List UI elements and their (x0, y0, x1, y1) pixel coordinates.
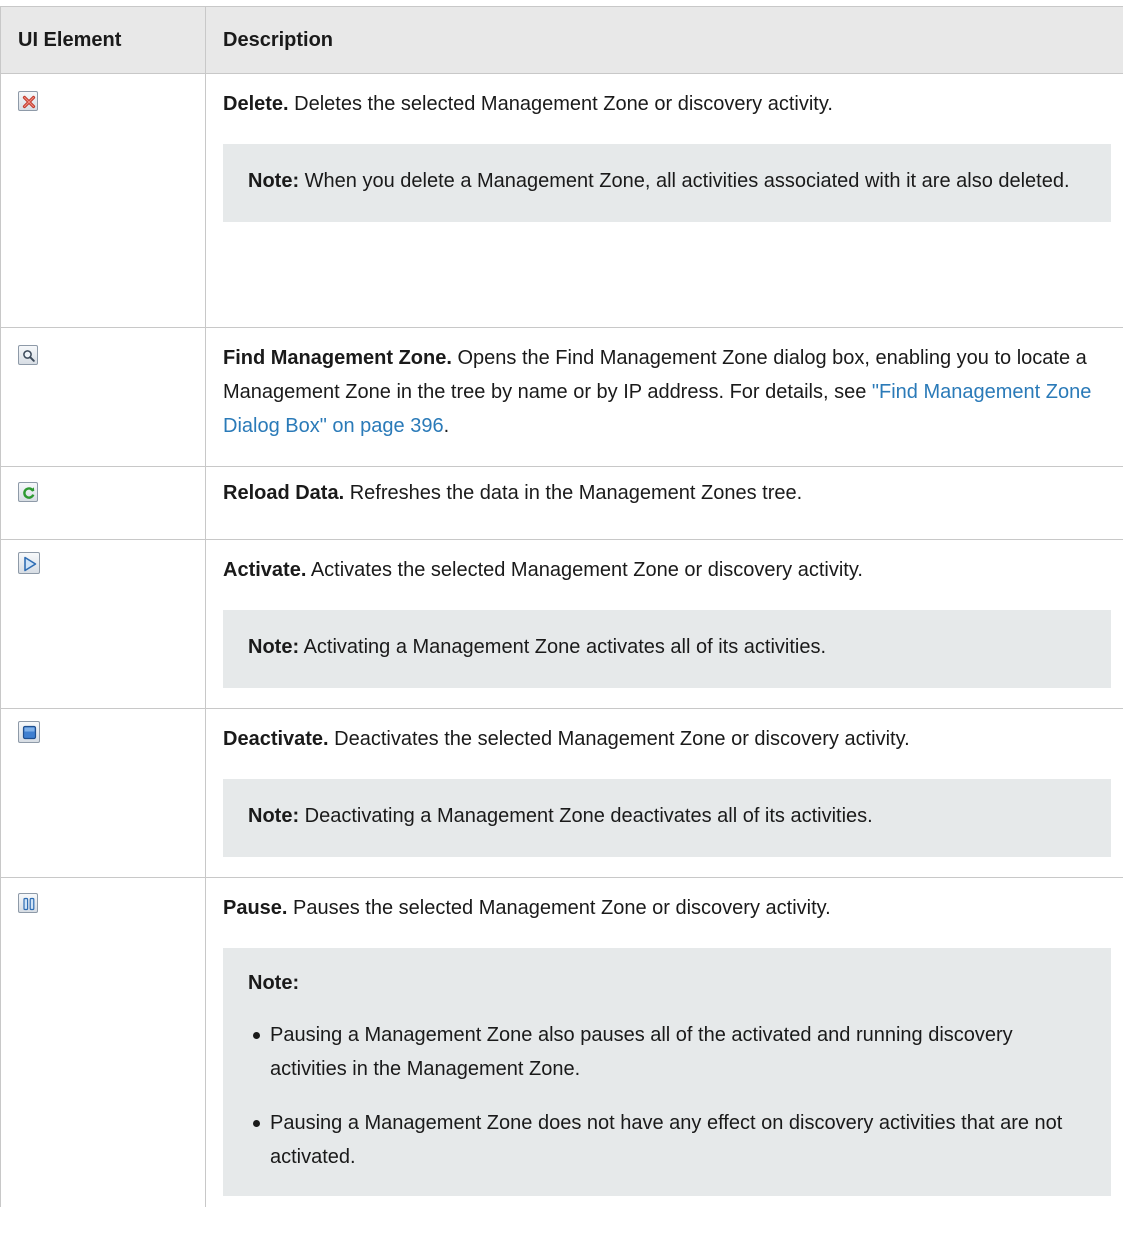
list-item: Pausing a Management Zone also pauses al… (253, 1018, 1086, 1086)
element-title: Deactivate. (223, 728, 329, 750)
description-cell: Find Management Zone. Opens the Find Man… (205, 327, 1123, 467)
table-row: Deactivate. Deactivates the selected Man… (0, 708, 1123, 878)
description-cell: Deactivate. Deactivates the selected Man… (205, 708, 1123, 878)
element-title: Reload Data. (223, 482, 345, 504)
ui-element-cell (0, 877, 206, 1207)
note-label: Note: (248, 805, 300, 827)
delete-icon (18, 91, 38, 111)
note-label: Note: (248, 636, 300, 658)
note-label: Note: (248, 170, 300, 192)
element-title: Activate. (223, 559, 307, 581)
description-text: Activate. Activates the selected Managem… (223, 559, 863, 581)
table-row: Delete. Deletes the selected Management … (0, 73, 1123, 328)
note-bullet-list: Pausing a Management Zone also pauses al… (248, 1018, 1086, 1174)
element-title: Delete. (223, 93, 289, 115)
table-row: Find Management Zone. Opens the Find Man… (0, 327, 1123, 467)
find-icon (18, 345, 38, 365)
description-text: Deactivate. Deactivates the selected Man… (223, 728, 910, 750)
description-cell: Delete. Deletes the selected Management … (205, 73, 1123, 328)
table-header-row: UI Element Description (0, 6, 1123, 74)
activate-icon (18, 552, 40, 574)
table-row: Activate. Activates the selected Managem… (0, 539, 1123, 709)
description-cell: Activate. Activates the selected Managem… (205, 539, 1123, 709)
note-text: Activating a Management Zone activates a… (299, 636, 827, 658)
reload-icon (18, 482, 38, 502)
note-text: Deactivating a Management Zone deactivat… (299, 805, 873, 827)
element-title: Pause. (223, 897, 288, 919)
note-box: Note: When you delete a Management Zone,… (223, 144, 1111, 222)
list-item: Pausing a Management Zone does not have … (253, 1106, 1086, 1174)
note-box: Note: Activating a Management Zone activ… (223, 610, 1111, 688)
ui-element-cell (0, 466, 206, 540)
ui-element-cell (0, 539, 206, 709)
note-box: Note: Pausing a Management Zone also pau… (223, 948, 1111, 1196)
description-cell: Reload Data. Refreshes the data in the M… (205, 466, 1123, 540)
description-text: Delete. Deletes the selected Management … (223, 93, 833, 115)
ui-element-table: UI Element Description Delete. Deletes t… (0, 6, 1123, 1207)
note-text: When you delete a Management Zone, all a… (299, 170, 1070, 192)
description-text: Find Management Zone. Opens the Find Man… (223, 347, 1092, 437)
description-cell: Pause. Pauses the selected Management Zo… (205, 877, 1123, 1207)
ui-element-cell (0, 73, 206, 328)
pause-icon (18, 893, 38, 913)
table-row: Pause. Pauses the selected Management Zo… (0, 877, 1123, 1207)
table-row: Reload Data. Refreshes the data in the M… (0, 466, 1123, 540)
deactivate-icon (18, 721, 40, 743)
description-text: Reload Data. Refreshes the data in the M… (223, 482, 803, 504)
header-ui-element: UI Element (0, 6, 206, 74)
header-description: Description (205, 6, 1123, 74)
element-title: Find Management Zone. (223, 347, 452, 369)
note-box: Note: Deactivating a Management Zone dea… (223, 779, 1111, 857)
ui-element-cell (0, 327, 206, 467)
note-label: Note: (248, 972, 300, 994)
description-text: Pause. Pauses the selected Management Zo… (223, 897, 831, 919)
ui-element-cell (0, 708, 206, 878)
